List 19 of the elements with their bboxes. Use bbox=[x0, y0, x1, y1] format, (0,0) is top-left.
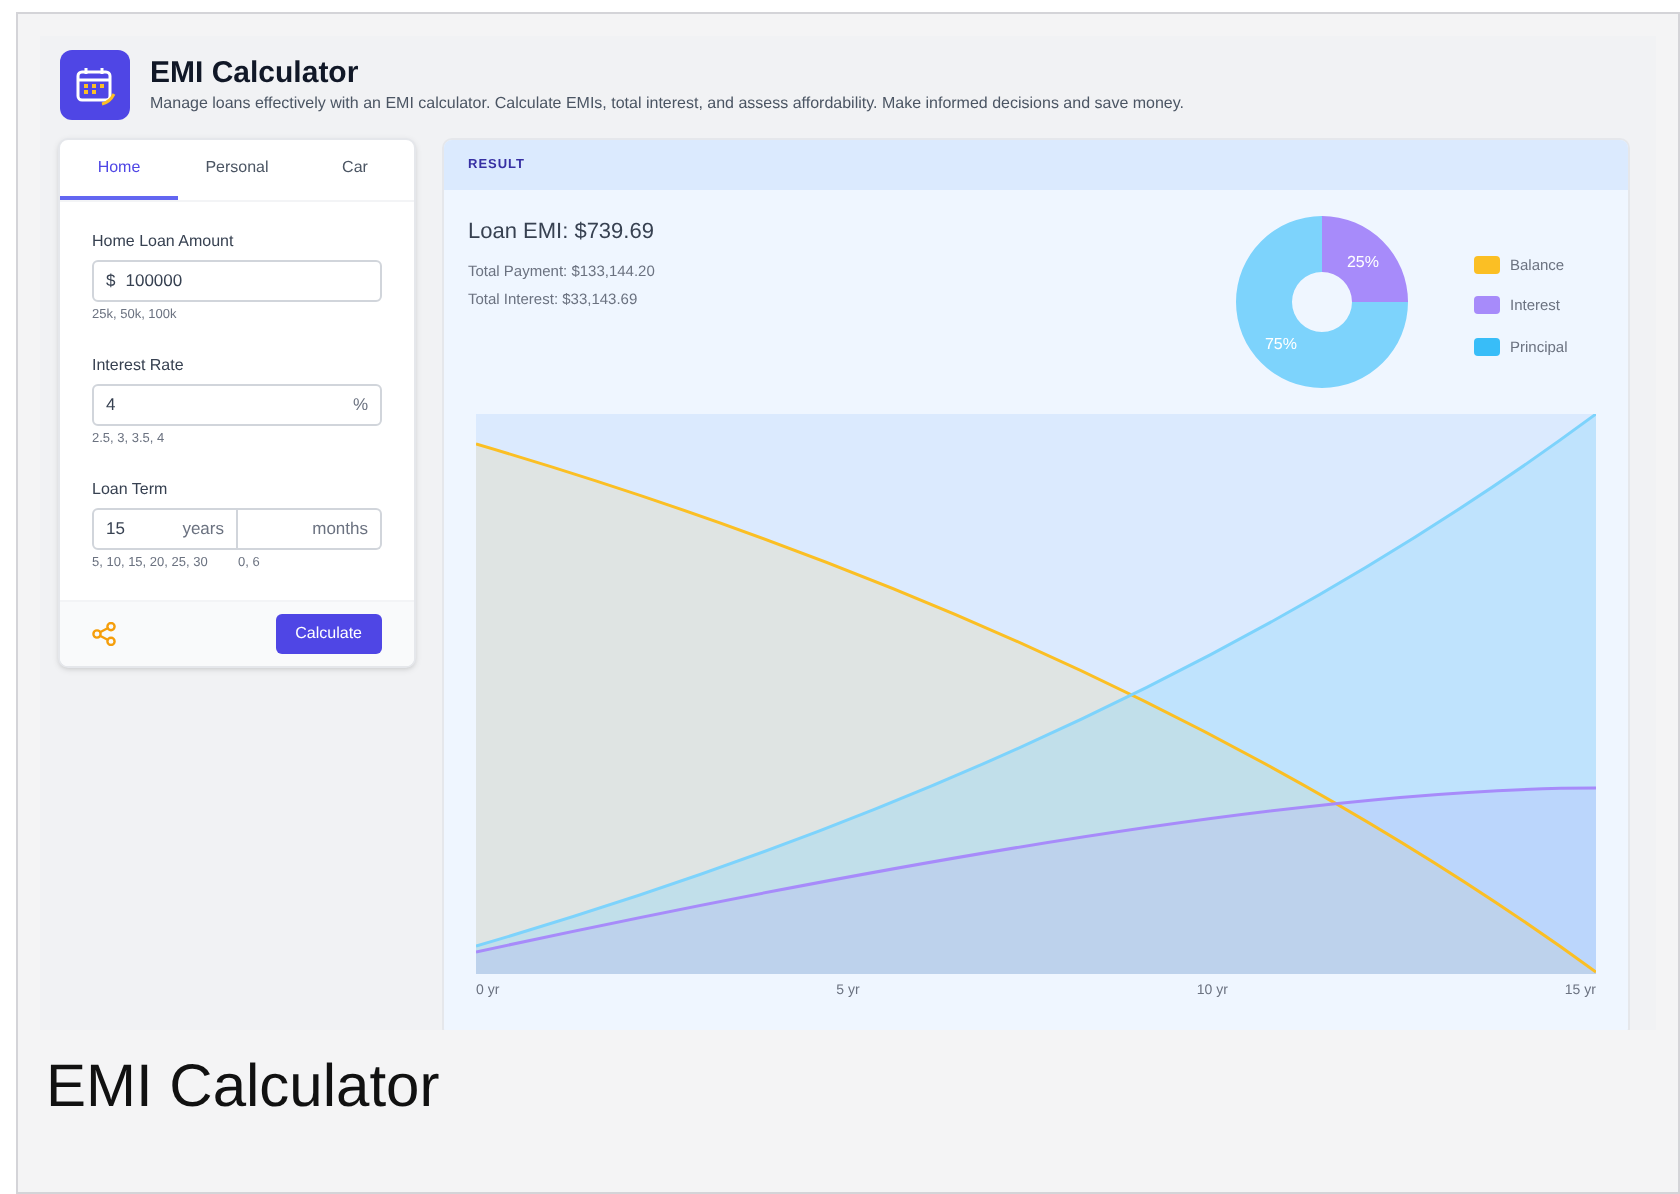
app-description: Manage loans effectively with an EMI calculator. Calculate EMIs, total interest, and assess affordability. Make informed decisions and save money. bbox=[150, 91, 1184, 115]
field-label: Loan Term bbox=[92, 477, 170, 501]
loan-type-tab[interactable]: Home bbox=[60, 140, 178, 200]
slice-label: 75% bbox=[1264, 335, 1297, 353]
page-caption: EMI Calculator bbox=[46, 1054, 440, 1120]
app-title: EMI Calculator bbox=[150, 55, 361, 91]
loan-type-tab[interactable]: Car bbox=[296, 140, 414, 200]
field-label: Interest Rate bbox=[92, 353, 186, 378]
interest-rate-field[interactable]: 4 % bbox=[92, 383, 382, 426]
slice-label: 25% bbox=[1347, 253, 1380, 271]
calculate-button[interactable]: Calculate bbox=[275, 614, 382, 655]
loan-type-tab[interactable]: Personal bbox=[178, 140, 296, 200]
loan-emi: Loan EMI: $739.69 bbox=[468, 218, 656, 248]
amount-field[interactable]: $ 100000 bbox=[92, 260, 382, 302]
months-field[interactable]: months bbox=[238, 507, 382, 549]
share-icon[interactable] bbox=[92, 622, 116, 647]
years-field[interactable]: 15 years bbox=[92, 507, 238, 549]
calendar-icon bbox=[60, 50, 130, 120]
field-label: Home Loan Amount bbox=[92, 230, 236, 254]
